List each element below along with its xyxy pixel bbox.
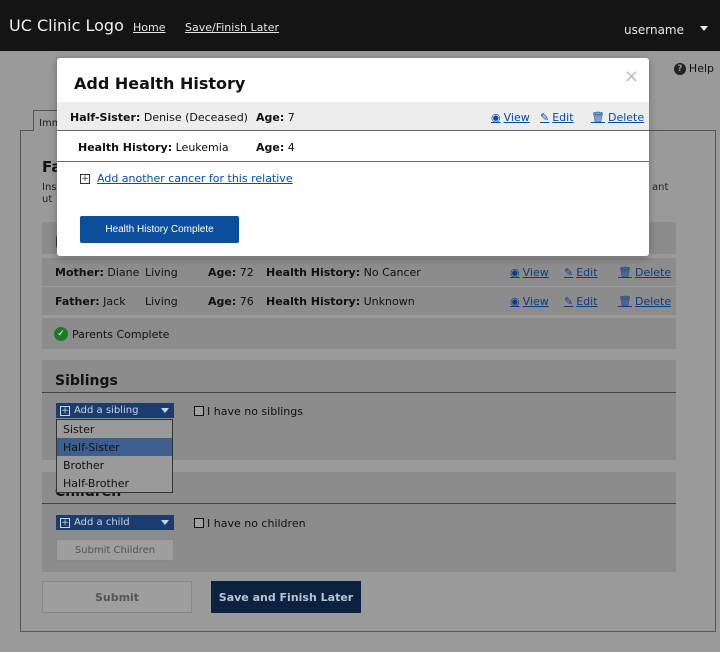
trash-icon: 🗑 [618, 266, 632, 279]
relative-row: Half-Sister: Denise (Deceased) Age: 7 ◉ V… [57, 102, 649, 131]
relative-name: Denise (Deceased) [143, 111, 248, 124]
view-button[interactable]: ◉ View [510, 266, 549, 279]
nav-save-finish-link[interactable]: Save/Finish Later [185, 21, 279, 34]
living-status: Living [145, 266, 178, 279]
instructions-text: Ins ut [42, 182, 57, 205]
option-sister[interactable]: Sister [57, 420, 172, 438]
trash-icon: 🗑 [591, 111, 605, 124]
add-another-cancer-label[interactable]: Add another cancer for this relative [97, 172, 293, 185]
close-icon[interactable]: × [624, 68, 639, 86]
option-half-sister[interactable]: Half-Sister [57, 438, 172, 456]
clinic-logo: UC Clinic Logo [9, 16, 124, 35]
relation-label: Half-Sister: [70, 111, 141, 124]
help-link[interactable]: ? Help [673, 62, 714, 75]
eye-icon: ◉ [510, 295, 520, 308]
add-another-cancer-link[interactable]: + Add another cancer for this relative [80, 172, 293, 185]
view-button[interactable]: ◉ View [491, 111, 530, 124]
select-label: Add a sibling [74, 405, 139, 416]
parents-complete-row: ✓ Parents Complete [42, 318, 676, 349]
select-label: Add a child [74, 517, 130, 528]
health-history-complete-button[interactable]: Health History Complete [80, 216, 239, 243]
delete-button[interactable]: 🗑 Delete [591, 111, 644, 124]
submit-children-button[interactable]: Submit Children [56, 539, 174, 561]
edit-button[interactable]: ✎ Edit [564, 295, 598, 308]
history-value: Leukemia [175, 141, 229, 154]
eye-icon: ◉ [491, 111, 501, 124]
plus-icon: + [60, 517, 70, 528]
nav-home-link[interactable]: Home [133, 21, 165, 34]
pencil-icon: ✎ [564, 295, 574, 308]
history-label: Health History: [266, 295, 361, 308]
history-value: No Cancer [363, 266, 421, 279]
submit-button[interactable]: Submit [42, 581, 192, 613]
add-child-select[interactable]: + Add a child [56, 515, 174, 530]
pencil-icon: ✎ [540, 111, 550, 124]
no-children-checkbox[interactable]: I have no children [194, 517, 306, 530]
age-value: 4 [287, 141, 295, 154]
history-label: Health History: [78, 141, 173, 154]
table-row: Father: Jack Living Age: 76 Health Histo… [42, 287, 676, 315]
add-health-history-modal: Add Health History × Half-Sister: Denise… [57, 58, 649, 256]
relation-label: Mother: [55, 266, 104, 279]
living-status: Living [145, 295, 178, 308]
eye-icon: ◉ [510, 266, 520, 279]
divider [42, 503, 676, 504]
checkbox-icon[interactable] [194, 406, 204, 416]
modal-title: Add Health History [74, 74, 246, 93]
divider [42, 392, 676, 393]
relation-label: Father: [55, 295, 100, 308]
age-value: 72 [239, 266, 254, 279]
edit-button[interactable]: ✎ Edit [540, 111, 574, 124]
chevron-down-icon[interactable] [700, 26, 708, 31]
view-button[interactable]: ◉ View [510, 295, 549, 308]
siblings-heading: Siblings [55, 373, 118, 389]
chevron-down-icon [161, 520, 169, 525]
age-label: Age: [256, 111, 285, 124]
delete-button[interactable]: 🗑 Delete [618, 266, 671, 279]
checkmark-icon: ✓ [54, 327, 68, 341]
relative-name: Jack [103, 295, 126, 308]
relative-name: Diane [107, 266, 140, 279]
age-label: Age: [256, 141, 285, 154]
username-menu[interactable]: username [624, 23, 684, 37]
age-value: 7 [287, 111, 295, 124]
add-sibling-select[interactable]: + Add a sibling [56, 403, 174, 418]
no-siblings-checkbox[interactable]: I have no siblings [194, 405, 303, 418]
chevron-down-icon [161, 408, 169, 413]
age-value: 76 [239, 295, 254, 308]
parents-complete-label: Parents Complete [72, 327, 170, 341]
option-brother[interactable]: Brother [57, 456, 172, 474]
help-icon: ? [673, 62, 686, 75]
age-label: Age: [208, 266, 237, 279]
table-row: Mother: Diane Living Age: 72 Health Hist… [42, 258, 676, 286]
option-half-brother[interactable]: Half-Brother [57, 474, 172, 492]
plus-icon: + [80, 173, 90, 184]
sibling-options-list: Sister Half-Sister Brother Half-Brother [56, 419, 173, 493]
help-label: Help [688, 62, 714, 75]
instructions-text-right: ant [652, 182, 669, 193]
pencil-icon: ✎ [564, 266, 574, 279]
checkbox-icon[interactable] [194, 518, 204, 528]
plus-icon: + [60, 405, 70, 416]
trash-icon: 🗑 [618, 295, 632, 308]
save-finish-later-button[interactable]: Save and Finish Later [211, 581, 361, 613]
history-label: Health History: [266, 266, 361, 279]
history-value: Unknown [363, 295, 415, 308]
delete-button[interactable]: 🗑 Delete [618, 295, 671, 308]
age-label: Age: [208, 295, 237, 308]
health-history-row: Health History: Leukemia Age: 4 [57, 132, 649, 162]
edit-button[interactable]: ✎ Edit [564, 266, 598, 279]
top-nav: UC Clinic Logo Home Save/Finish Later us… [0, 0, 720, 51]
